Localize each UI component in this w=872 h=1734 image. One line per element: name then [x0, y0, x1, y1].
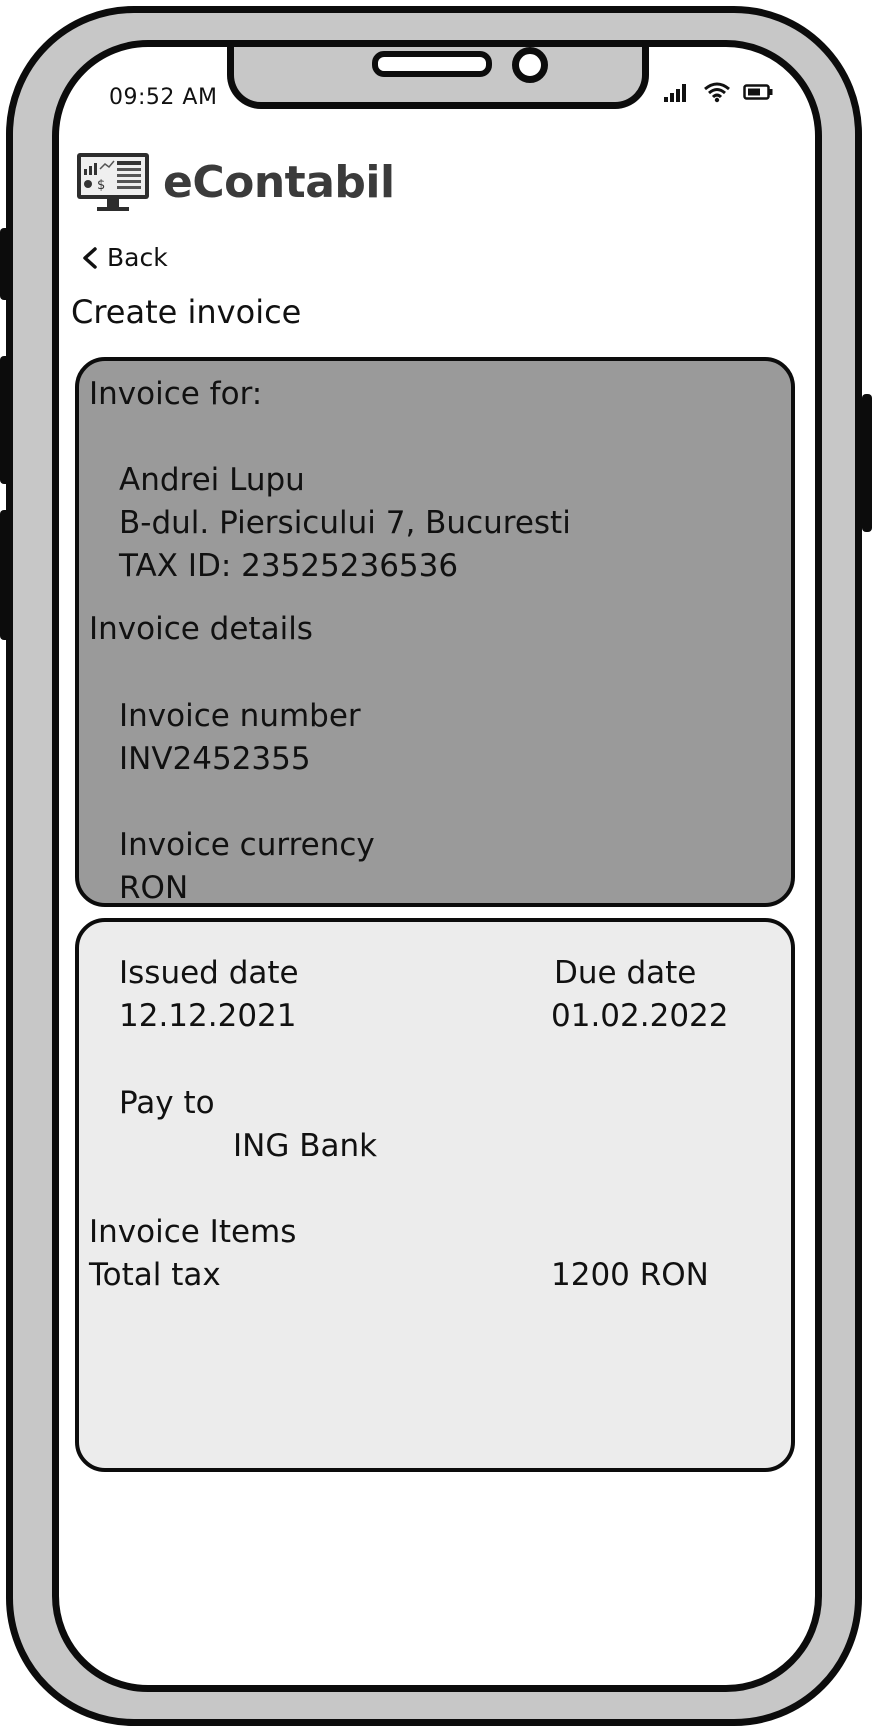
issued-date-value[interactable]: 12.12.2021 — [119, 1001, 297, 1032]
invoice-currency-value[interactable]: RON — [119, 873, 188, 904]
pay-to-value[interactable]: ING Bank — [233, 1131, 377, 1162]
phone-screen: 09:52 AM $ eContabil Back Create invoice… — [52, 40, 822, 1692]
invoice-details-heading: Invoice details — [89, 611, 313, 647]
notch — [227, 47, 649, 109]
wifi-icon — [704, 82, 730, 103]
camera — [512, 47, 548, 83]
monitor-finance-icon: $ — [77, 153, 149, 211]
client-name: Andrei Lupu — [119, 462, 305, 498]
total-tax-label: Total tax — [89, 1257, 221, 1293]
side-button-left-3 — [0, 510, 10, 640]
page-title: Create invoice — [71, 293, 302, 331]
invoice-for-heading: Invoice for: — [89, 376, 263, 412]
brand-name: eContabil — [163, 156, 395, 208]
due-date-label: Due date — [554, 955, 697, 991]
pay-to-label: Pay to — [119, 1085, 215, 1121]
status-icons — [663, 81, 773, 103]
invoice-payment-card: Issued date 12.12.2021 Due date 01.02.20… — [75, 918, 795, 1472]
due-date-value[interactable]: 01.02.2022 — [551, 1001, 729, 1032]
side-button-left-1 — [0, 228, 10, 300]
invoice-number-value[interactable]: INV2452355 — [119, 744, 311, 775]
invoice-info-card: Invoice for: Andrei Lupu B-dul. Piersicu… — [75, 357, 795, 907]
status-time: 09:52 AM — [109, 85, 218, 110]
total-tax-value: 1200 RON — [551, 1257, 709, 1293]
invoice-number-label: Invoice number — [119, 698, 361, 734]
invoice-items-heading: Invoice Items — [89, 1214, 297, 1250]
back-button[interactable]: Back — [81, 243, 168, 272]
client-tax-id: TAX ID: 23525236536 — [119, 548, 459, 584]
invoice-currency-label: Invoice currency — [119, 827, 375, 863]
speaker — [372, 51, 492, 77]
side-button-left-2 — [0, 356, 10, 484]
battery-icon — [743, 84, 773, 100]
back-label: Back — [107, 243, 168, 272]
chevron-left-icon — [83, 246, 97, 269]
signal-icon — [664, 84, 686, 102]
issued-date-label: Issued date — [119, 955, 299, 991]
client-address: B-dul. Piersicului 7, Bucuresti — [119, 505, 571, 541]
side-button-right — [862, 394, 872, 532]
svg-text:$: $ — [97, 178, 105, 193]
brand-header: $ eContabil — [75, 151, 395, 213]
